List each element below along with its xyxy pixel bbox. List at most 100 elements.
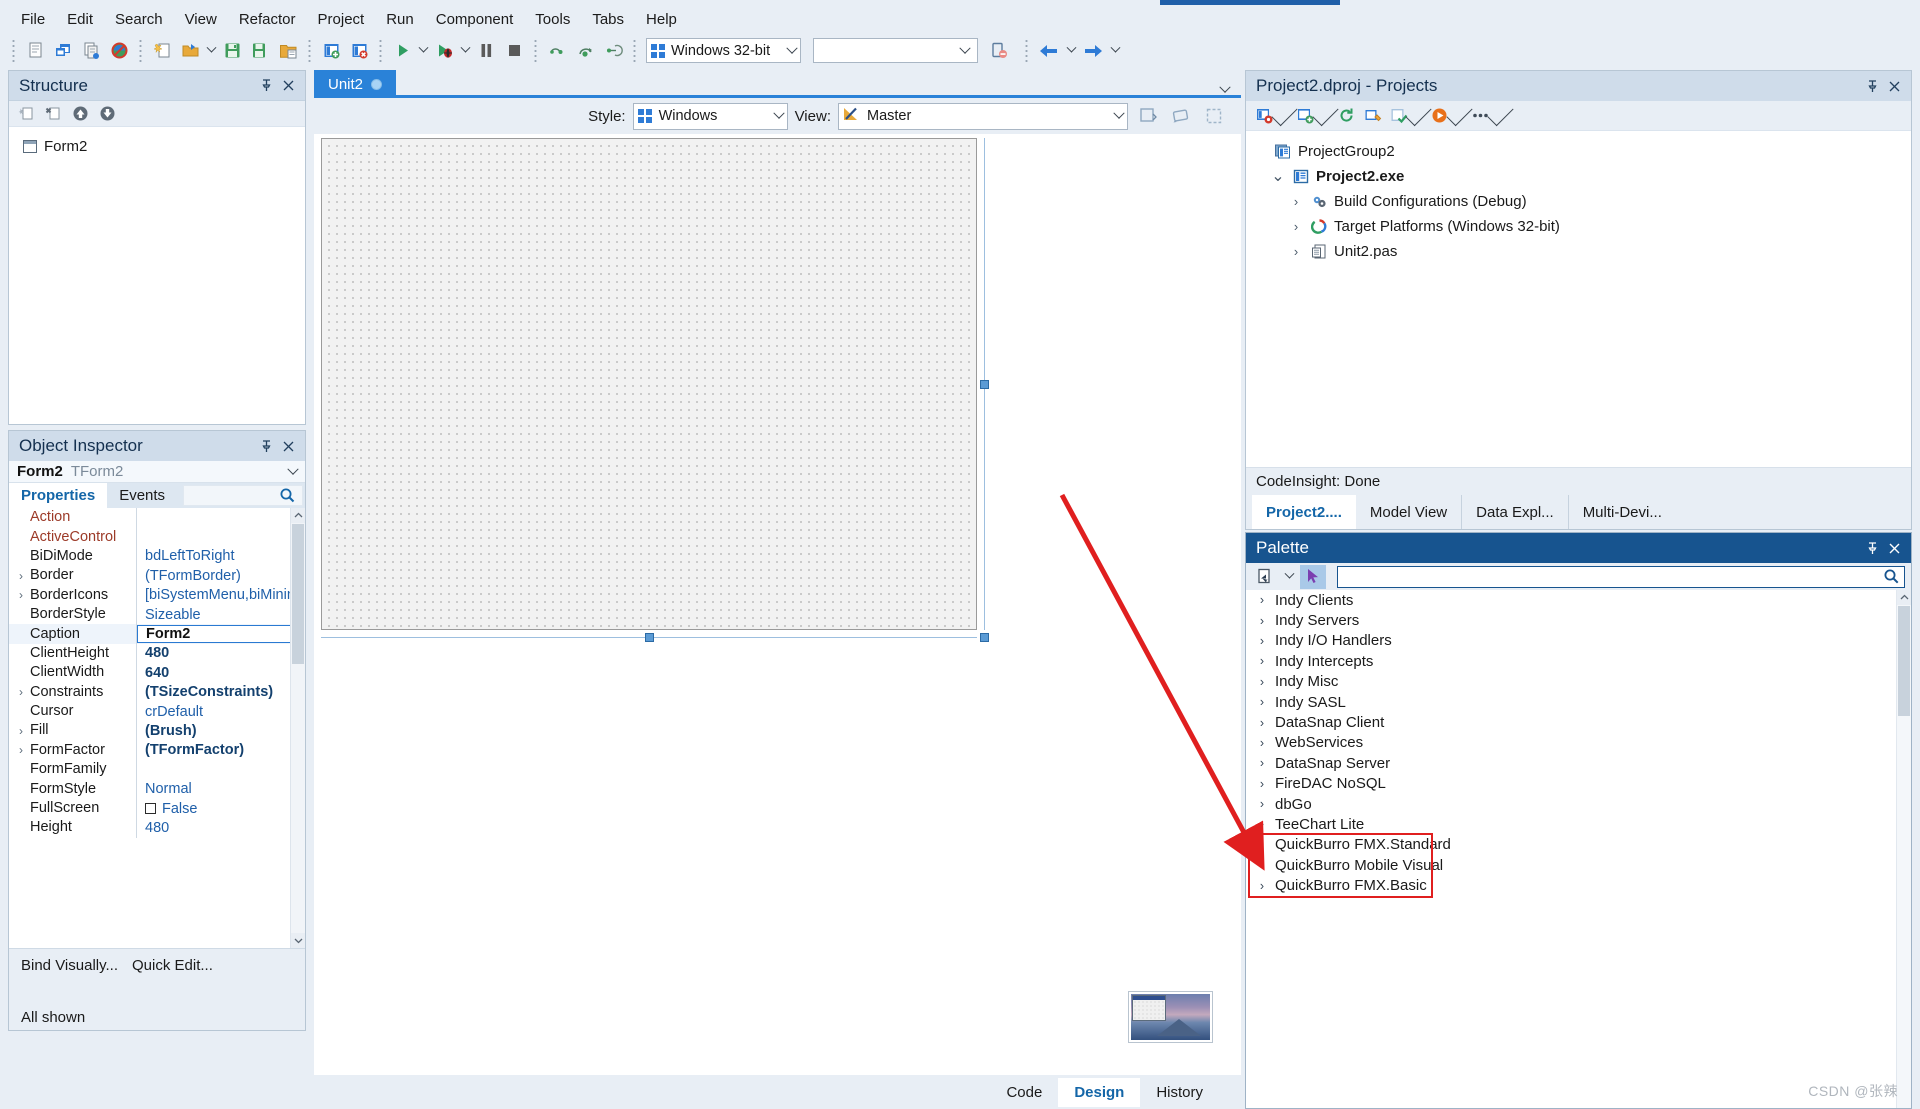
- navigate-forward-dropdown-icon[interactable]: [1108, 38, 1122, 64]
- run-dropdown-icon[interactable]: [416, 38, 430, 64]
- pin-icon[interactable]: [255, 435, 277, 457]
- property-row[interactable]: BiDiModebdLeftToRight: [9, 547, 305, 566]
- palette-search-box[interactable]: [1337, 566, 1905, 588]
- menu-item-component[interactable]: Component: [425, 8, 525, 31]
- close-icon[interactable]: [1883, 537, 1905, 559]
- menu-item-run[interactable]: Run: [375, 8, 425, 31]
- resize-handle-corner[interactable]: [980, 633, 989, 642]
- chevron-down-icon[interactable]: [773, 108, 784, 119]
- chevron-right-icon[interactable]: ›: [1256, 654, 1268, 668]
- new-item-icon[interactable]: [149, 38, 175, 64]
- property-value[interactable]: Sizeable: [137, 607, 305, 623]
- move-up-icon[interactable]: [69, 103, 91, 125]
- property-row[interactable]: ActiveControl: [9, 527, 305, 546]
- property-value[interactable]: Normal: [137, 781, 305, 797]
- editor-tab-unit2[interactable]: Unit2: [314, 70, 396, 98]
- form-canvas[interactable]: [314, 134, 1241, 1075]
- style-combo[interactable]: Windows: [633, 103, 788, 130]
- expand-chevron-icon[interactable]: ›: [15, 588, 27, 602]
- add-to-project-icon[interactable]: [318, 38, 344, 64]
- property-value[interactable]: (TFormBorder): [137, 568, 305, 584]
- chevron-down-icon[interactable]: [287, 463, 298, 474]
- menu-item-project[interactable]: Project: [307, 8, 376, 31]
- menu-item-tools[interactable]: Tools: [524, 8, 581, 31]
- run-to-cursor-icon[interactable]: [600, 38, 626, 64]
- new-file-icon[interactable]: [22, 38, 48, 64]
- view-combo[interactable]: Master: [838, 103, 1128, 130]
- menu-item-file[interactable]: File: [10, 8, 56, 31]
- search-icon[interactable]: [1883, 568, 1900, 585]
- scrollbar-thumb[interactable]: [1898, 606, 1910, 716]
- checkbox-icon[interactable]: [145, 803, 156, 814]
- chevron-right-icon[interactable]: ›: [1256, 634, 1268, 648]
- property-value[interactable]: 480: [137, 645, 305, 661]
- property-row[interactable]: ›Fill(Brush): [9, 721, 305, 740]
- property-value[interactable]: Form2: [137, 625, 305, 643]
- object-inspector-scrollbar[interactable]: [290, 508, 305, 948]
- property-row[interactable]: FormStyleNormal: [9, 779, 305, 798]
- expand-chevron-icon[interactable]: ›: [15, 743, 27, 757]
- project-tree-item[interactable]: ⌄Project2.exe: [1252, 164, 1911, 189]
- bind-visually-link[interactable]: Bind Visually...: [21, 957, 118, 974]
- chevron-down-icon[interactable]: [786, 42, 797, 53]
- close-icon[interactable]: [277, 75, 299, 97]
- rotate-view-icon[interactable]: [1168, 103, 1194, 129]
- project-tree-item[interactable]: ProjectGroup2: [1252, 139, 1911, 164]
- stop-icon[interactable]: [501, 38, 527, 64]
- object-inspector-object-selector[interactable]: Form2 TForm2: [9, 461, 305, 483]
- menu-item-tabs[interactable]: Tabs: [581, 8, 635, 31]
- object-inspector-search-input[interactable]: [183, 485, 303, 506]
- resize-handle-right[interactable]: [980, 380, 989, 389]
- palette-category-item[interactable]: ›QuickBurro FMX.Basic: [1246, 875, 1911, 895]
- property-value[interactable]: (Brush): [137, 723, 305, 739]
- pause-icon[interactable]: [473, 38, 499, 64]
- chevron-right-icon[interactable]: ›: [1288, 244, 1304, 259]
- chevron-right-icon[interactable]: ›: [1256, 797, 1268, 811]
- property-value[interactable]: crDefault: [137, 704, 305, 720]
- expand-chevron-icon[interactable]: ›: [15, 569, 27, 583]
- palette-category-item[interactable]: ›Indy I/O Handlers: [1246, 631, 1911, 651]
- palette-scrollbar[interactable]: [1896, 590, 1911, 1108]
- run-debug-icon[interactable]: [431, 38, 457, 64]
- new-item-icon[interactable]: [15, 103, 37, 125]
- tab-code[interactable]: Code: [990, 1078, 1058, 1107]
- delete-item-icon[interactable]: [42, 103, 64, 125]
- save-all-copy-icon[interactable]: [78, 38, 104, 64]
- palette-category-item[interactable]: ›TeeChart Lite: [1246, 814, 1911, 834]
- palette-category-item[interactable]: ›DataSnap Server: [1246, 753, 1911, 773]
- object-inspector-property-grid[interactable]: ActionActiveControlBiDiModebdLeftToRight…: [9, 508, 305, 948]
- project-tree-item[interactable]: ›Target Platforms (Windows 32-bit): [1252, 214, 1911, 239]
- quick-edit-link[interactable]: Quick Edit...: [132, 957, 213, 974]
- chevron-right-icon[interactable]: ›: [1256, 777, 1268, 791]
- chevron-right-icon[interactable]: ›: [1256, 817, 1268, 831]
- no-entry-icon[interactable]: [106, 38, 132, 64]
- open-folder-icon[interactable]: [177, 38, 203, 64]
- palette-category-item[interactable]: ›QuickBurro FMX.Standard: [1246, 835, 1911, 855]
- property-row[interactable]: Action: [9, 508, 305, 527]
- step-over-icon[interactable]: [572, 38, 598, 64]
- expand-chevron-icon[interactable]: ›: [15, 724, 27, 738]
- open-folder-dropdown-icon[interactable]: [204, 38, 218, 64]
- frame-icon[interactable]: [1201, 103, 1227, 129]
- menu-item-refactor[interactable]: Refactor: [228, 8, 307, 31]
- chevron-down-icon[interactable]: [1281, 565, 1297, 589]
- new-view-icon[interactable]: [1135, 103, 1161, 129]
- property-row[interactable]: ›Constraints(TSizeConstraints): [9, 683, 305, 702]
- tab-list-chevron-icon[interactable]: [1219, 82, 1230, 93]
- refresh-icon[interactable]: [1334, 104, 1358, 128]
- chevron-right-icon[interactable]: ›: [1256, 614, 1268, 628]
- tab-properties[interactable]: Properties: [9, 483, 107, 508]
- palette-category-item[interactable]: ›WebServices: [1246, 733, 1911, 753]
- tab-history[interactable]: History: [1140, 1078, 1219, 1107]
- menu-item-view[interactable]: View: [174, 8, 228, 31]
- tab-model-view[interactable]: Model View: [1356, 495, 1462, 529]
- navigate-back-button[interactable]: [1034, 37, 1064, 65]
- chevron-right-icon[interactable]: ›: [1256, 716, 1268, 730]
- palette-category-item[interactable]: ›Indy Intercepts: [1246, 651, 1911, 671]
- new-window-icon[interactable]: [50, 38, 76, 64]
- property-row[interactable]: ›BorderIcons[biSystemMenu,biMinimize,b: [9, 586, 305, 605]
- palette-category-item[interactable]: ›FireDAC NoSQL: [1246, 774, 1911, 794]
- palette-category-list[interactable]: ›Indy Clients›Indy Servers›Indy I/O Hand…: [1246, 590, 1911, 1108]
- scroll-up-icon[interactable]: [1897, 590, 1911, 605]
- chevron-down-icon[interactable]: [959, 42, 970, 53]
